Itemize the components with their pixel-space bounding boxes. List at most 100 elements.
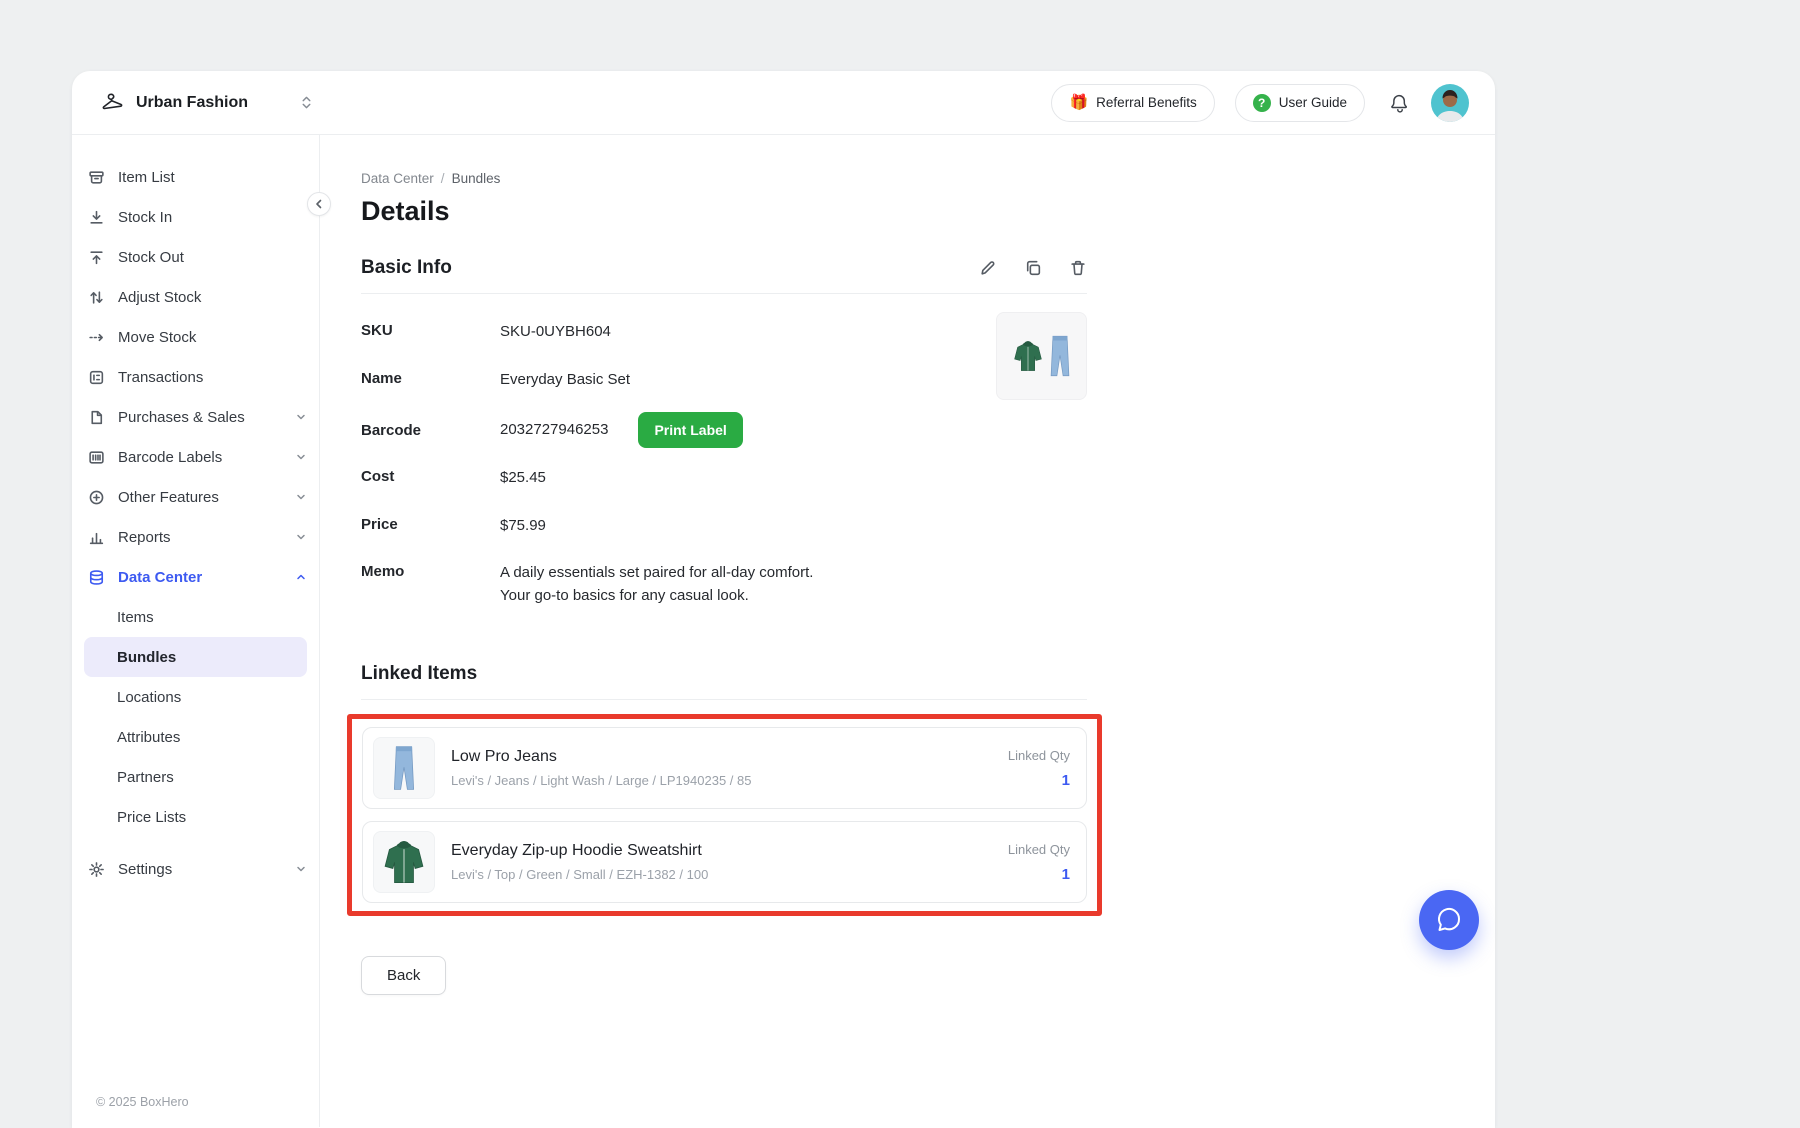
chevron-down-icon <box>295 531 307 543</box>
field-value: SKU-0UYBH604 <box>500 321 611 344</box>
basic-info-header: Basic Info <box>361 257 1087 279</box>
breadcrumb: Data Center / Bundles <box>361 171 1495 186</box>
chat-support-button[interactable] <box>1419 890 1479 950</box>
sidebar-item-label: Stock Out <box>118 249 184 266</box>
sidebar-item-transactions[interactable]: Transactions <box>72 357 319 397</box>
bell-icon <box>1389 92 1411 114</box>
jeans-image <box>1048 333 1072 379</box>
sidebar-item-stock-in[interactable]: Stock In <box>72 197 319 237</box>
jeans-thumbnail <box>373 737 435 799</box>
basic-info-toolbar <box>979 259 1087 277</box>
sidebar-subitem-label: Attributes <box>117 729 180 746</box>
basic-info-title: Basic Info <box>361 257 452 279</box>
notifications-button[interactable] <box>1389 92 1411 114</box>
arrow-down-icon <box>88 209 105 226</box>
linked-items-title: Linked Items <box>361 663 477 685</box>
bundle-product-image <box>996 312 1087 400</box>
sidebar-item-label: Settings <box>118 861 172 878</box>
ledger-icon <box>88 369 105 386</box>
plus-circle-icon <box>88 489 105 506</box>
divider <box>361 293 1087 294</box>
top-header: Urban Fashion 🎁 Referral Benefits ? User… <box>72 71 1495 135</box>
sidebar-item-item-list[interactable]: Item List <box>72 157 319 197</box>
sidebar: Item List Stock In Stock Out <box>72 135 320 1127</box>
sidebar-item-label: Stock In <box>118 209 172 226</box>
user-guide-label: User Guide <box>1279 95 1347 110</box>
sidebar-subitem-label: Bundles <box>117 649 176 666</box>
field-price: Price $75.99 <box>361 515 1087 538</box>
linked-item-name: Everyday Zip-up Hoodie Sweatshirt <box>451 842 708 860</box>
linked-item-row[interactable]: Everyday Zip-up Hoodie Sweatshirt Levi's… <box>362 821 1087 903</box>
user-guide-button[interactable]: ? User Guide <box>1235 84 1365 122</box>
sidebar-item-stock-out[interactable]: Stock Out <box>72 237 319 277</box>
field-label: Cost <box>361 467 500 485</box>
linked-item-attributes: Levi's / Top / Green / Small / EZH-1382 … <box>451 867 708 882</box>
sidebar-subitem-price-lists[interactable]: Price Lists <box>84 797 307 837</box>
sidebar-item-label: Item List <box>118 169 175 186</box>
bar-chart-icon <box>88 529 105 546</box>
sidebar-subitem-label: Price Lists <box>117 809 186 826</box>
duplicate-button[interactable] <box>1024 259 1042 277</box>
sidebar-item-reports[interactable]: Reports <box>72 517 319 557</box>
database-icon <box>88 569 105 586</box>
field-memo: Memo A daily essentials set paired for a… <box>361 562 1087 607</box>
barcode-icon <box>88 449 105 466</box>
field-label: Memo <box>361 562 500 580</box>
sidebar-item-barcode-labels[interactable]: Barcode Labels <box>72 437 319 477</box>
gear-icon <box>88 861 105 878</box>
sidebar-item-purchases-sales[interactable]: Purchases & Sales <box>72 397 319 437</box>
copyright-footer: © 2025 BoxHero <box>96 1095 189 1109</box>
back-button[interactable]: Back <box>361 956 446 995</box>
sidebar-item-move-stock[interactable]: Move Stock <box>72 317 319 357</box>
field-value: $25.45 <box>500 467 546 490</box>
linked-item-name: Low Pro Jeans <box>451 748 751 766</box>
workspace: Urban Fashion <box>98 89 248 117</box>
breadcrumb-data-center[interactable]: Data Center <box>361 171 434 186</box>
print-label-button[interactable]: Print Label <box>638 412 742 448</box>
sidebar-subitem-attributes[interactable]: Attributes <box>84 717 307 757</box>
user-avatar[interactable] <box>1431 84 1469 122</box>
hoodie-image <box>1011 336 1045 376</box>
referral-benefits-button[interactable]: 🎁 Referral Benefits <box>1051 84 1214 122</box>
sidebar-subitem-label: Items <box>117 609 154 626</box>
sidebar-subitem-partners[interactable]: Partners <box>84 757 307 797</box>
breadcrumb-bundles[interactable]: Bundles <box>452 171 501 186</box>
up-down-arrows-icon <box>88 289 105 306</box>
sidebar-item-label: Data Center <box>118 569 202 586</box>
sidebar-item-other-features[interactable]: Other Features <box>72 477 319 517</box>
linked-item-row[interactable]: Low Pro Jeans Levi's / Jeans / Light Was… <box>362 727 1087 809</box>
memo-line-2: Your go-to basics for any casual look. <box>500 585 813 608</box>
linked-item-attributes: Levi's / Jeans / Light Wash / Large / LP… <box>451 773 751 788</box>
linked-qty-value: 1 <box>1008 772 1070 789</box>
sidebar-item-data-center[interactable]: Data Center <box>72 557 319 597</box>
edit-button[interactable] <box>979 259 997 277</box>
sidebar-subitem-items[interactable]: Items <box>84 597 307 637</box>
delete-button[interactable] <box>1069 259 1087 277</box>
basic-info-fields: SKU SKU-0UYBH604 Name Everyday Basic Set… <box>361 321 1087 607</box>
sidebar-item-settings[interactable]: Settings <box>72 849 319 889</box>
copy-icon <box>1024 259 1042 277</box>
pencil-icon <box>979 259 997 277</box>
dashed-arrow-icon <box>88 329 105 346</box>
app-window: Urban Fashion 🎁 Referral Benefits ? User… <box>72 71 1495 1128</box>
sidebar-item-label: Transactions <box>118 369 203 386</box>
sidebar-item-label: Adjust Stock <box>118 289 201 306</box>
chevron-down-icon <box>295 411 307 423</box>
chevron-down-icon <box>295 451 307 463</box>
annotation-highlight-box: Low Pro Jeans Levi's / Jeans / Light Was… <box>347 714 1102 916</box>
workspace-switcher-icon[interactable] <box>300 95 313 110</box>
chat-bubble-icon <box>1435 906 1463 934</box>
sidebar-subitem-bundles[interactable]: Bundles <box>84 637 307 677</box>
sidebar-item-adjust-stock[interactable]: Adjust Stock <box>72 277 319 317</box>
sidebar-subitem-label: Partners <box>117 769 174 786</box>
sidebar-collapse-button[interactable] <box>307 192 331 216</box>
sidebar-item-label: Barcode Labels <box>118 449 222 466</box>
field-value: $75.99 <box>500 515 546 538</box>
linked-qty-label: Linked Qty <box>1008 842 1070 857</box>
linked-qty-block: Linked Qty 1 <box>1008 842 1076 883</box>
divider <box>361 699 1087 700</box>
sidebar-item-label: Move Stock <box>118 329 196 346</box>
sidebar-subitem-locations[interactable]: Locations <box>84 677 307 717</box>
header-actions: 🎁 Referral Benefits ? User Guide <box>1051 84 1469 122</box>
box-icon <box>88 169 105 186</box>
